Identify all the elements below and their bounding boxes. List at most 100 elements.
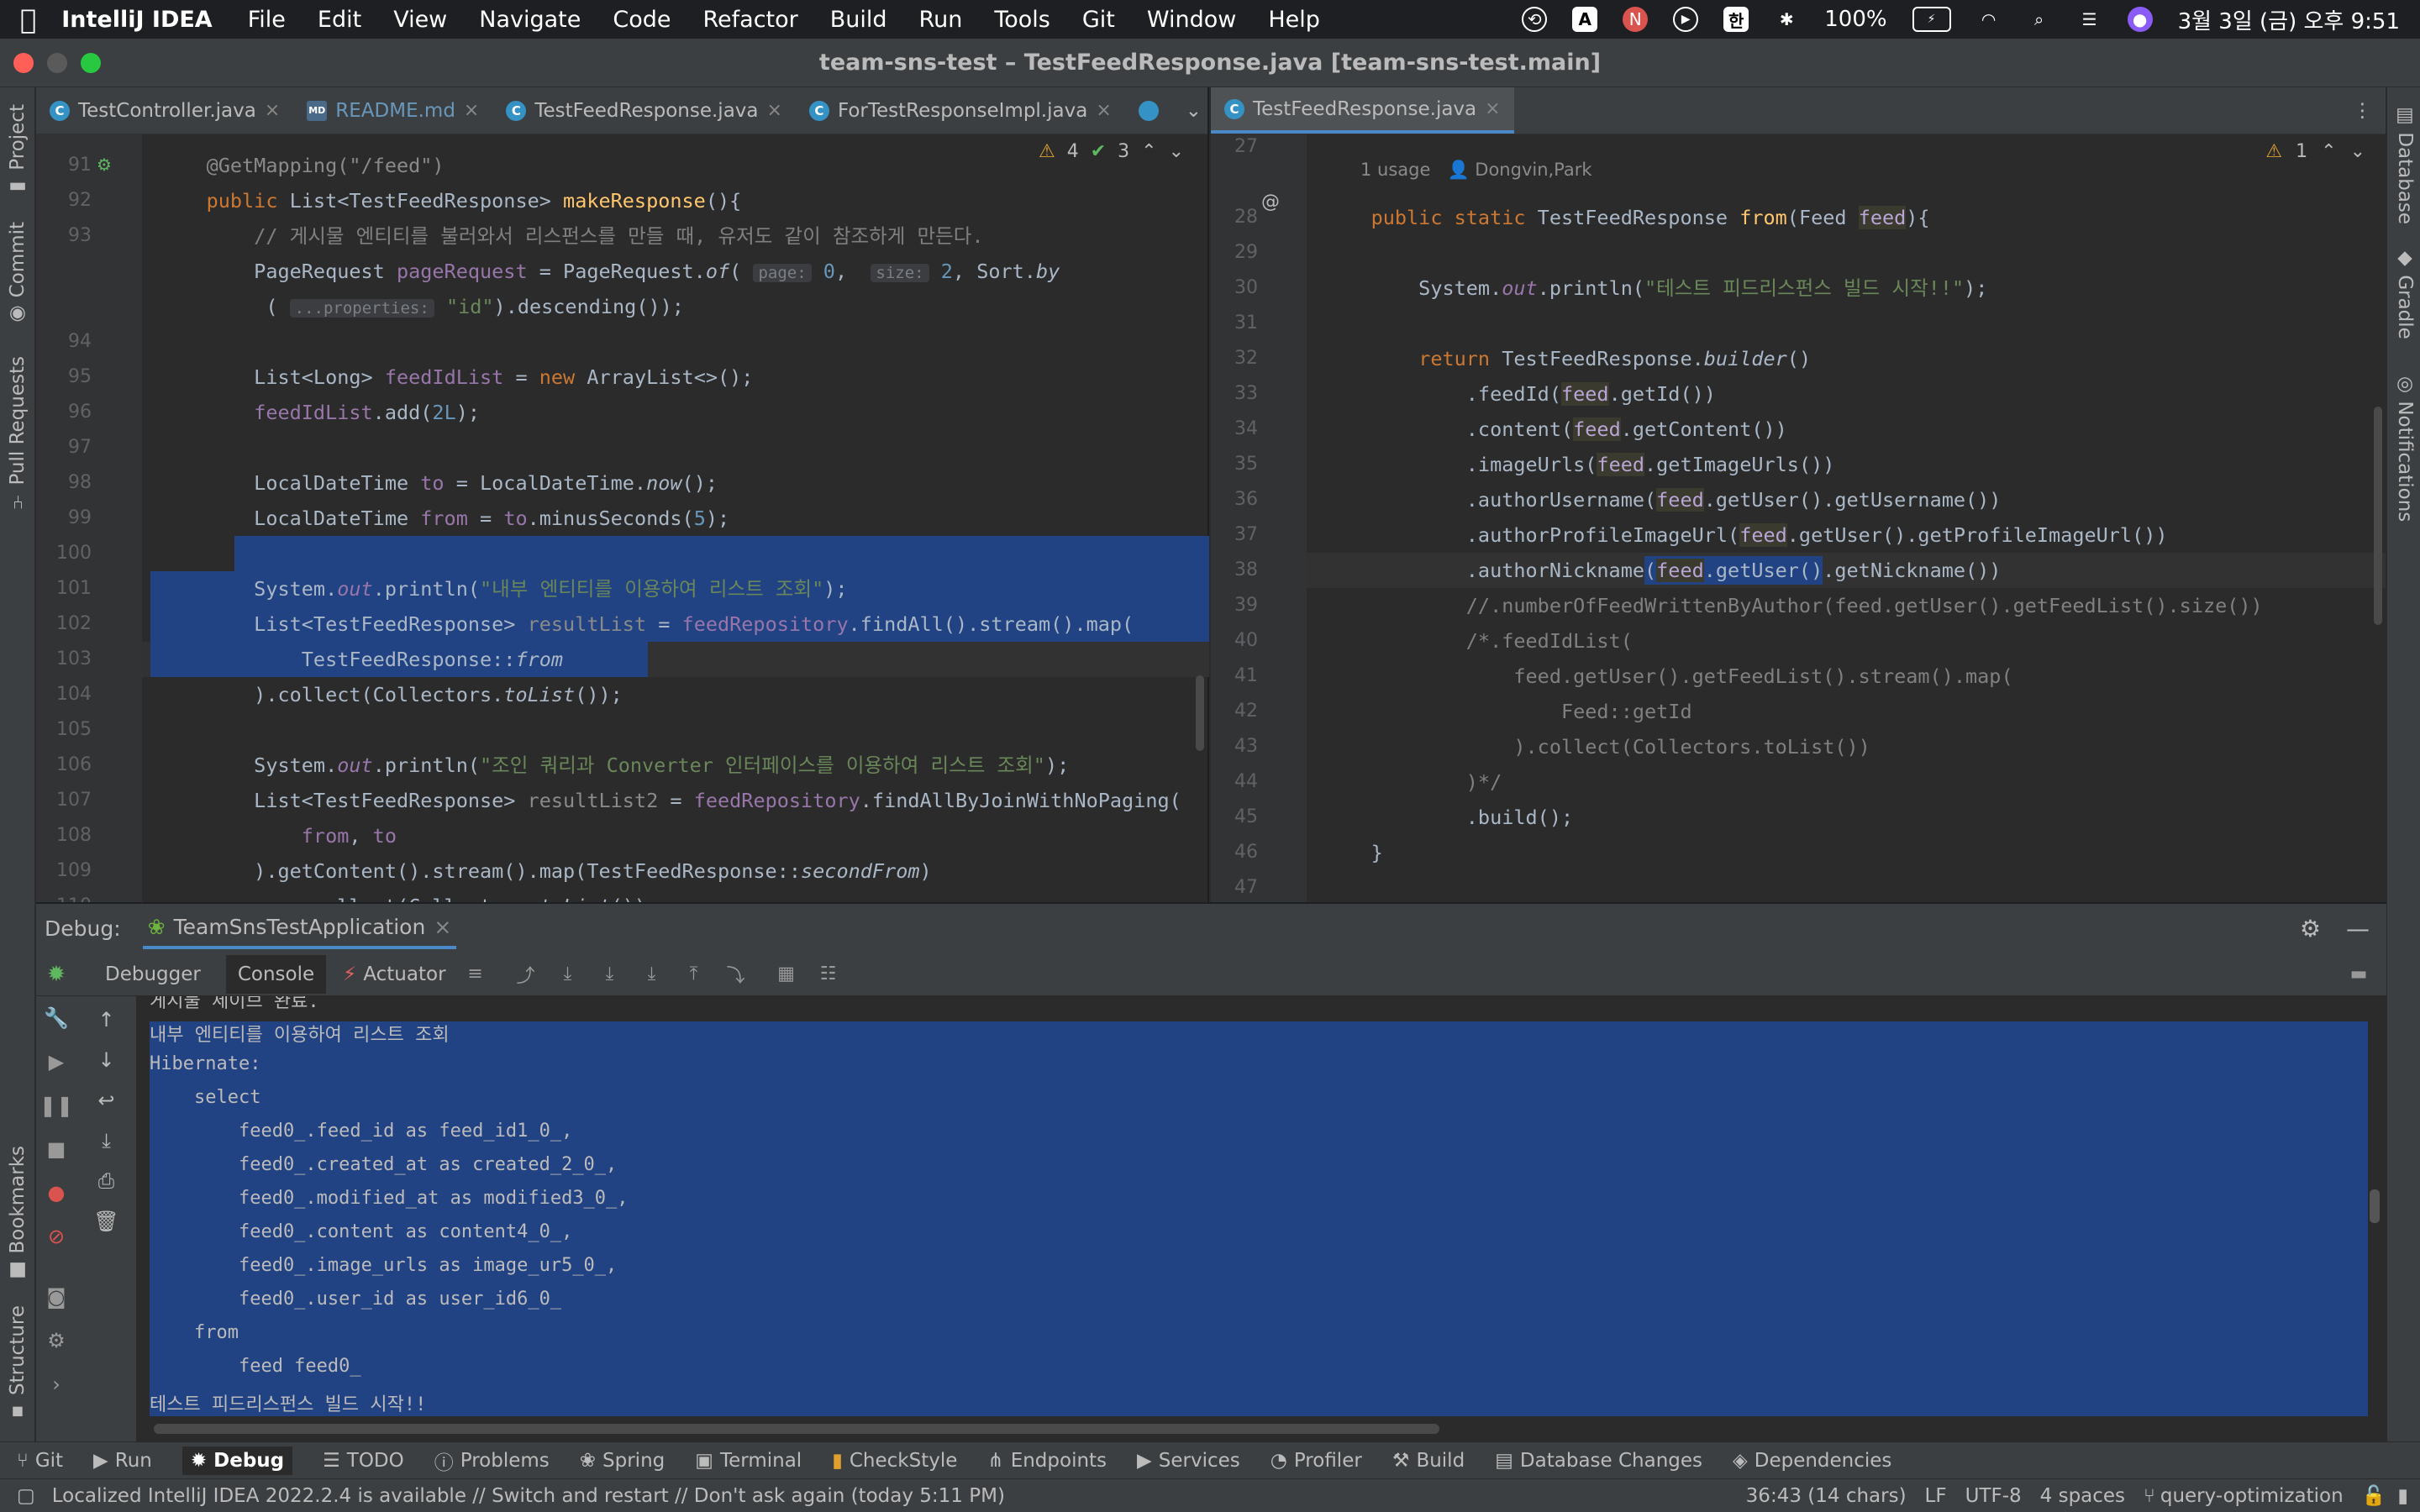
line-number[interactable]: 44 [1211, 771, 1258, 792]
settings-icon[interactable]: ⚙ [47, 1329, 66, 1352]
menu-tools[interactable]: Tools [994, 7, 1050, 33]
view-breakpoints-icon[interactable]: ● [48, 1181, 66, 1205]
close-icon[interactable]: × [434, 915, 451, 939]
run-gutter-icon[interactable]: ⚙ [97, 155, 112, 175]
line-number[interactable]: 42 [1211, 701, 1258, 722]
tool-build[interactable]: ⚒ Build [1392, 1450, 1465, 1472]
step-into-icon[interactable]: ⤓ [597, 962, 623, 987]
code-line[interactable]: TestFeedResponse::from [159, 642, 563, 677]
structure-tool-tab[interactable]: ▪ Structure [7, 1305, 29, 1423]
tool-profiler[interactable]: ◔ Profiler [1270, 1450, 1362, 1472]
inspection-widget[interactable]: ⚠ 1 ⌃ ⌄ [2265, 141, 2365, 162]
pause-icon[interactable]: ❚❚ [39, 1094, 73, 1117]
arrow-up-icon[interactable]: ↑ [97, 1008, 114, 1032]
tab-test-controller[interactable]: C TestController.java × [36, 87, 293, 134]
line-number[interactable]: 45 [1211, 806, 1258, 827]
tab-readme[interactable]: MD README.md × [293, 87, 492, 134]
caret-position[interactable]: 36:43 (14 chars) [1746, 1485, 1907, 1507]
line-number[interactable]: 109 [36, 860, 92, 881]
step-over-icon[interactable]: ⤓ [555, 962, 581, 987]
code-line[interactable]: Feed::getId [1323, 694, 1692, 729]
minimize-window-button[interactable] [47, 53, 67, 73]
line-number[interactable]: 97 [36, 437, 92, 458]
line-number[interactable]: 103 [36, 648, 92, 669]
arrow-down-icon[interactable]: ↓ [97, 1048, 114, 1072]
tool-dependencies[interactable]: ◈ Dependencies [1733, 1450, 1891, 1472]
inspection-widget[interactable]: ⚠ 4 ✔ 3 ⌃ ⌄ [1039, 141, 1184, 162]
gradle-tool-tab[interactable]: ◆ Gradle [2394, 247, 2416, 339]
code-line[interactable]: public static TestFeedResponse from(Feed… [1323, 200, 1930, 235]
code-line[interactable]: PageRequest pageRequest = PageRequest.of… [159, 254, 1060, 291]
code-line[interactable]: from, to [159, 818, 397, 853]
run-to-cursor-icon[interactable]: ⤵ [723, 962, 749, 987]
line-number[interactable]: 31 [1211, 312, 1258, 333]
bug-icon[interactable]: ✹ [36, 962, 76, 987]
menu-file[interactable]: File [248, 7, 286, 33]
layout-icon[interactable]: ▬ [2346, 962, 2371, 987]
print-icon[interactable]: ⎙ [98, 1169, 114, 1193]
control-center-icon[interactable]: ☰ [2077, 7, 2102, 32]
tab-debugger[interactable]: Debugger [105, 963, 201, 985]
git-branch[interactable]: ⑂ query-optimization [2144, 1485, 2344, 1507]
gear-icon[interactable]: ⚙ [2300, 915, 2321, 942]
code-line[interactable]: )*/ [1323, 764, 1502, 800]
line-number[interactable]: 34 [1211, 418, 1258, 439]
tab-test-feed-response[interactable]: C TestFeedResponse.java × [492, 87, 796, 134]
tool-debug[interactable]: ✹ Debug [182, 1446, 293, 1475]
toggle-tool-windows-icon[interactable]: ▢ [17, 1485, 35, 1507]
file-encoding[interactable]: UTF-8 [1965, 1485, 2022, 1507]
line-number[interactable]: 107 [36, 790, 92, 811]
menu-view[interactable]: View [393, 7, 447, 33]
bluetooth-icon[interactable]: ✱ [1774, 7, 1799, 32]
menubar-clock[interactable]: 3월 3일 (금) 오후 9:51 [2178, 4, 2400, 35]
wifi-icon[interactable]: ◠ [1976, 7, 2002, 32]
wrench-icon[interactable]: 🔧 [44, 1006, 69, 1030]
line-number[interactable]: 32 [1211, 348, 1258, 369]
lock-icon[interactable]: 🔓 [2362, 1484, 2386, 1507]
trace-stream-icon[interactable]: ☷ [816, 962, 841, 987]
menu-help[interactable]: Help [1268, 7, 1320, 33]
code-line[interactable]: .content(feed.getContent()) [1323, 412, 1787, 447]
line-number[interactable]: 91 [36, 155, 92, 176]
chevron-up-icon[interactable]: ⌃ [2321, 141, 2336, 162]
code-line[interactable]: System.out.println("테스트 피드리스펀스 빌드 시작!!")… [1323, 270, 1987, 306]
indent-setting[interactable]: 4 spaces [2040, 1485, 2125, 1507]
line-number[interactable]: 35 [1211, 454, 1258, 475]
play-icon[interactable]: ▶ [1673, 7, 1699, 32]
code-line[interactable]: System.out.println("내부 엔티티를 이용하여 리스트 조회"… [159, 571, 847, 606]
bookmarks-tool-tab[interactable]: ■ Bookmarks [7, 1146, 29, 1282]
line-number[interactable]: 27 [1211, 136, 1258, 157]
code-line[interactable]: ( ...properties: "id").descending()); [159, 289, 684, 326]
line-separator[interactable]: LF [1925, 1485, 1947, 1507]
more-icon[interactable]: › [52, 1373, 60, 1396]
code-line[interactable]: LocalDateTime to = LocalDateTime.now(); [159, 465, 718, 501]
tool-checkstyle[interactable]: ▮ CheckStyle [832, 1450, 957, 1472]
line-number[interactable]: 43 [1211, 736, 1258, 757]
line-number[interactable]: 39 [1211, 595, 1258, 616]
tool-spring[interactable]: ❀ Spring [580, 1450, 666, 1472]
code-line[interactable]: @GetMapping("/feed") [159, 148, 445, 183]
line-number[interactable]: 96 [36, 402, 92, 423]
override-gutter-icon[interactable]: @ [1261, 192, 1280, 213]
code-line[interactable]: public List<TestFeedResponse> makeRespon… [159, 183, 742, 218]
line-number[interactable]: 104 [36, 684, 92, 705]
chevron-up-icon[interactable]: ⌃ [1141, 141, 1156, 162]
menu-edit[interactable]: Edit [318, 7, 361, 33]
soft-wrap-icon[interactable]: ↩ [97, 1089, 114, 1112]
tool-git[interactable]: ⑂ Git [17, 1450, 63, 1472]
console-scrollbar[interactable] [2370, 1189, 2380, 1223]
close-icon[interactable]: × [1096, 100, 1111, 121]
close-icon[interactable]: × [767, 100, 782, 121]
tab-test-feed-response-active[interactable]: C TestFeedResponse.java × [1211, 87, 1514, 134]
tab-actuator[interactable]: ⚡ Actuator [343, 963, 445, 985]
force-step-into-icon[interactable]: ⤓ [639, 962, 665, 987]
code-line[interactable]: .feedId(feed.getId()) [1323, 376, 1716, 412]
commit-tool-tab[interactable]: ◉ Commit [7, 222, 29, 326]
tab-console[interactable]: Console [225, 954, 327, 994]
mute-breakpoints-icon[interactable]: ⊘ [48, 1225, 65, 1248]
trash-icon[interactable]: 🗑 [93, 1210, 118, 1233]
line-number[interactable]: 105 [36, 719, 92, 740]
menu-code[interactable]: Code [613, 7, 671, 33]
memory-indicator-icon[interactable]: ▮ [2397, 1485, 2408, 1507]
chevron-down-icon[interactable]: ⌄ [2350, 141, 2365, 162]
